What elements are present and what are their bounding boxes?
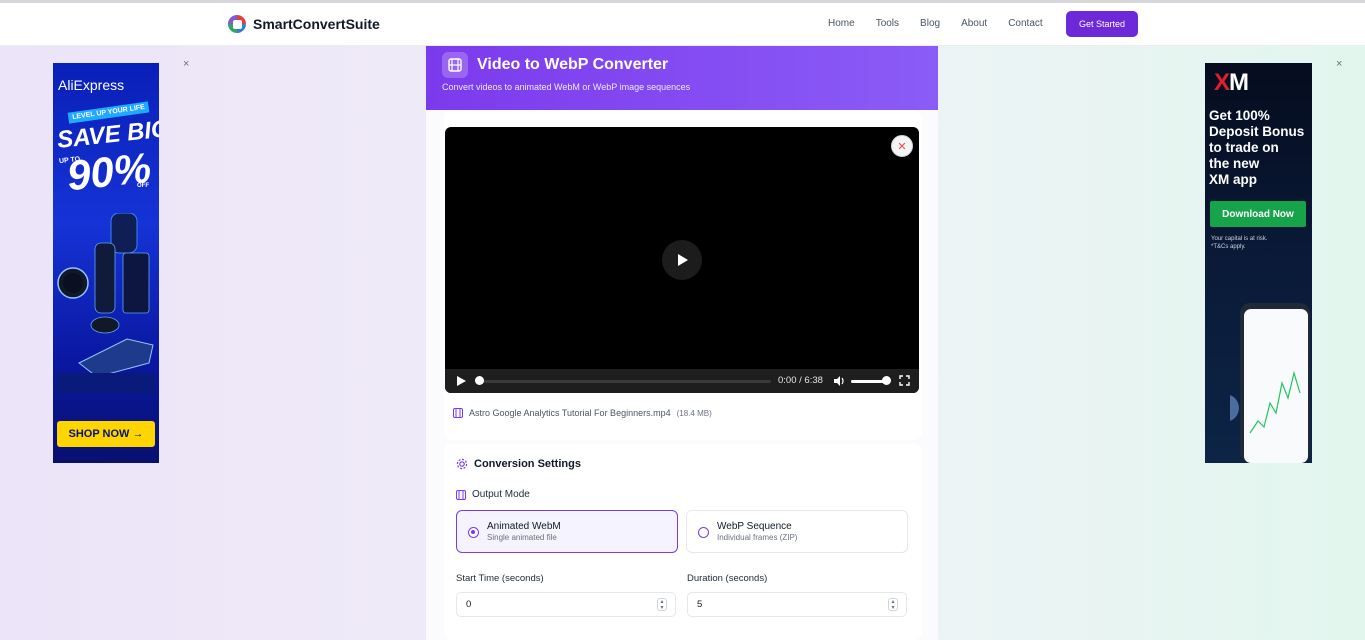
xm-logo: XM [1214, 69, 1249, 96]
duration-label: Duration (seconds) [687, 573, 768, 584]
option-title: WebP Sequence [717, 521, 792, 532]
ad-brand: AliExpress [58, 77, 125, 93]
start-time-label: Start Time (seconds) [456, 573, 544, 584]
page-title: Video to WebP Converter [477, 56, 669, 73]
output-mode-label: Output Mode [456, 489, 530, 500]
file-video-icon [453, 408, 463, 418]
start-time-input[interactable]: 0 ▴ ▾ [456, 592, 676, 617]
volume-icon[interactable] [833, 375, 846, 387]
play-overlay-icon[interactable] [662, 240, 702, 280]
time-display: 0:00 / 6:38 [778, 375, 823, 386]
nav-link-blog[interactable]: Blog [920, 18, 940, 29]
ad-right-close-icon[interactable]: × [1336, 58, 1342, 70]
page-subtitle: Convert videos to animated WebM or WebP … [442, 82, 691, 92]
settings-title: Conversion Settings [456, 458, 581, 470]
xm-download-button[interactable]: Download Now [1210, 201, 1306, 227]
ad-percent: 90% [64, 143, 154, 200]
nav-link-contact[interactable]: Contact [1008, 18, 1042, 29]
file-size: (18.4 MB) [676, 408, 712, 418]
film-small-icon [456, 489, 466, 500]
brand[interactable]: SmartConvertSuite [228, 15, 380, 33]
remove-video-icon[interactable]: ✕ [891, 135, 913, 157]
ad-products-image [57, 213, 155, 393]
xm-phone-image [1230, 303, 1310, 463]
fullscreen-icon[interactable] [899, 375, 910, 386]
option-animated-webm[interactable]: Animated WebM Single animated file [456, 510, 678, 553]
radio-webp-sequence[interactable] [698, 527, 709, 538]
nav-links: Home Tools Blog About Contact [828, 18, 1064, 29]
option-subtitle: Individual frames (ZIP) [717, 533, 798, 542]
ad-xm[interactable]: XM Get 100% Deposit Bonus to trade on th… [1205, 63, 1312, 463]
seek-bar[interactable] [477, 380, 771, 383]
nav-link-tools[interactable]: Tools [876, 18, 899, 29]
brand-name: SmartConvertSuite [253, 16, 380, 32]
film-icon [442, 52, 468, 78]
ad-aliexpress[interactable]: AliExpress LEVEL UP YOUR LIFE SAVE BIG U… [53, 63, 159, 463]
volume-handle[interactable] [882, 376, 891, 385]
video-player[interactable]: ✕ 0:00 / 6:38 [445, 127, 919, 393]
xm-risk-disclaimer: Your capital is at risk. *T&Cs apply. [1211, 236, 1268, 250]
stepper-icon[interactable]: ▴ ▾ [888, 598, 898, 611]
ad-left-close-icon[interactable]: × [183, 58, 189, 70]
stepper-icon[interactable]: ▴ ▾ [657, 598, 667, 611]
seek-handle[interactable] [475, 376, 484, 385]
brand-logo-icon [228, 15, 246, 33]
top-navbar: SmartConvertSuite Home Tools Blog About … [0, 3, 1365, 46]
xm-headline: Get 100% Deposit Bonus to trade on the n… [1209, 108, 1305, 187]
nav-link-about[interactable]: About [961, 18, 987, 29]
radio-animated-webm[interactable] [468, 527, 479, 538]
get-started-button[interactable]: Get Started [1066, 11, 1138, 37]
option-title: Animated WebM [487, 521, 561, 532]
video-controls: 0:00 / 6:38 [445, 369, 919, 393]
option-webp-sequence[interactable]: WebP Sequence Individual frames (ZIP) [686, 510, 908, 553]
ad-off: OFF [137, 183, 149, 189]
file-info: Astro Google Analytics Tutorial For Begi… [453, 408, 712, 418]
duration-input[interactable]: 5 ▴ ▾ [687, 592, 907, 617]
file-name: Astro Google Analytics Tutorial For Begi… [469, 408, 671, 418]
play-icon[interactable] [455, 375, 467, 387]
ad-shop-now-button[interactable]: SHOP NOW → [57, 421, 155, 447]
gear-icon [456, 458, 468, 470]
nav-link-home[interactable]: Home [828, 18, 855, 29]
converter-header: Video to WebP Converter Convert videos t… [426, 46, 938, 110]
option-subtitle: Single animated file [487, 533, 557, 542]
